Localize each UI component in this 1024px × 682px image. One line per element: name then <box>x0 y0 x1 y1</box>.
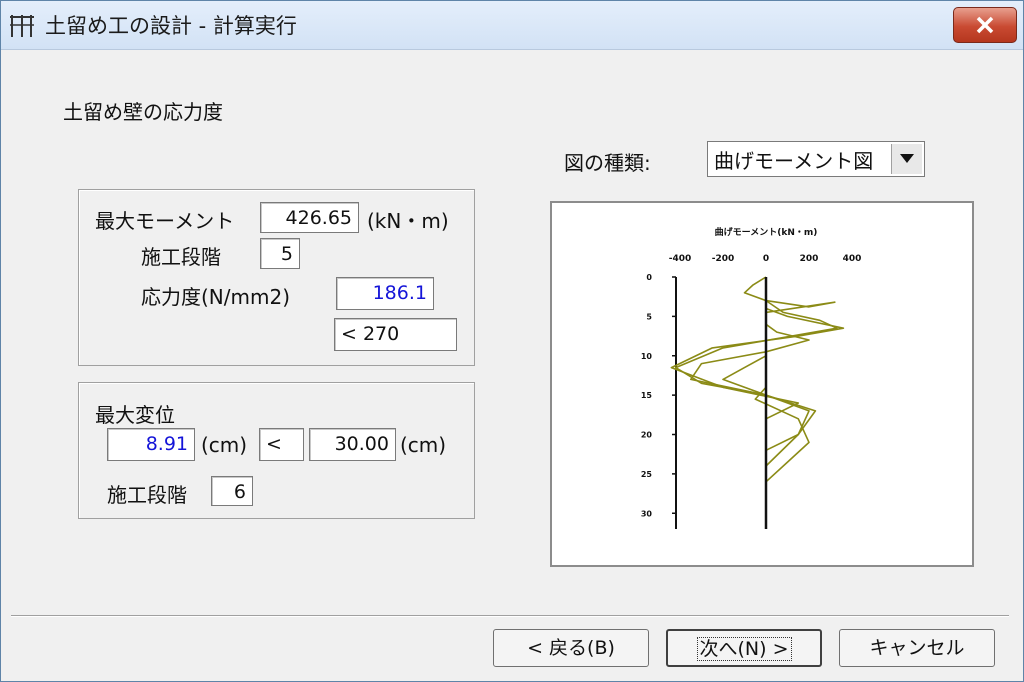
y-tick-label: 5 <box>646 312 652 321</box>
max-moment-label: 最大モーメント <box>95 209 235 233</box>
dialog-window: 土留め工の設計 - 計算実行 土留め壁の応力度 図の種類: 曲げモーメント図 最… <box>0 0 1024 682</box>
disp-limit-field[interactable]: 30.00 <box>309 428 396 461</box>
moment-chart: 曲げモーメント(kN・m) -400 -200 0 200 400 0 5 10 15 20 25… <box>641 226 862 529</box>
max-disp-label: 最大変位 <box>95 403 175 427</box>
y-tick-label: 25 <box>641 470 653 479</box>
moment-curve-4 <box>690 323 810 529</box>
disp-unit-2: (cm) <box>400 433 447 457</box>
wall-icon <box>10 15 34 37</box>
next-button[interactable]: 次へ(N) > <box>666 629 822 667</box>
cancel-button[interactable]: キャンセル <box>839 629 995 667</box>
y-tick-label: 0 <box>646 273 652 282</box>
next-button-label: 次へ(N) > <box>696 637 792 661</box>
disp-stage-field[interactable]: 6 <box>211 476 253 506</box>
x-tick-label: 0 <box>763 254 769 264</box>
section-title: 土留め壁の応力度 <box>63 100 223 124</box>
figure-type-value: 曲げモーメント図 <box>714 149 874 173</box>
max-moment-field[interactable]: 426.65 <box>260 202 359 233</box>
max-disp-field[interactable]: 8.91 <box>107 428 195 461</box>
stress-field[interactable]: 186.1 <box>336 277 434 310</box>
figure-type-label: 図の種類: <box>564 151 651 175</box>
x-tick-label: -400 <box>669 254 692 264</box>
moment-curve-5 <box>722 355 817 529</box>
x-tick-label: 400 <box>843 254 862 264</box>
disp-stage-label: 施工段階 <box>107 483 187 507</box>
disp-unit-1: (cm) <box>201 433 248 457</box>
close-button[interactable] <box>953 7 1017 43</box>
separator <box>11 615 1009 617</box>
x-tick-label: -200 <box>712 254 735 264</box>
close-icon <box>976 16 994 34</box>
compare-field[interactable]: < <box>259 428 304 461</box>
y-tick-label: 15 <box>641 391 653 400</box>
stress-label: 応力度(N/mm2) <box>141 285 290 309</box>
stress-limit-field[interactable]: < 270 <box>334 318 457 351</box>
title-bar: 土留め工の設計 - 計算実行 <box>1 1 1023 50</box>
x-tick-label: 200 <box>800 254 819 264</box>
moment-stage-field[interactable]: 5 <box>260 238 300 269</box>
dropdown-button[interactable] <box>891 144 922 174</box>
chevron-down-icon <box>900 154 914 163</box>
y-tick-label: 10 <box>641 352 653 361</box>
max-moment-unit: (kN・m) <box>367 209 449 233</box>
moment-diagram: 曲げモーメント(kN・m) -400 -200 0 200 400 0 5 10 15 20 25… <box>550 201 974 567</box>
chart-title: 曲げモーメント(kN・m) <box>715 226 818 238</box>
window-title: 土留め工の設計 - 計算実行 <box>45 14 297 38</box>
figure-type-select[interactable]: 曲げモーメント図 <box>707 141 925 177</box>
y-tick-label: 30 <box>641 509 653 518</box>
y-tick-label: 20 <box>641 431 653 440</box>
moment-stage-label: 施工段階 <box>141 245 221 269</box>
moment-curve-3 <box>670 307 845 529</box>
back-button[interactable]: < 戻る(B) <box>493 629 649 667</box>
